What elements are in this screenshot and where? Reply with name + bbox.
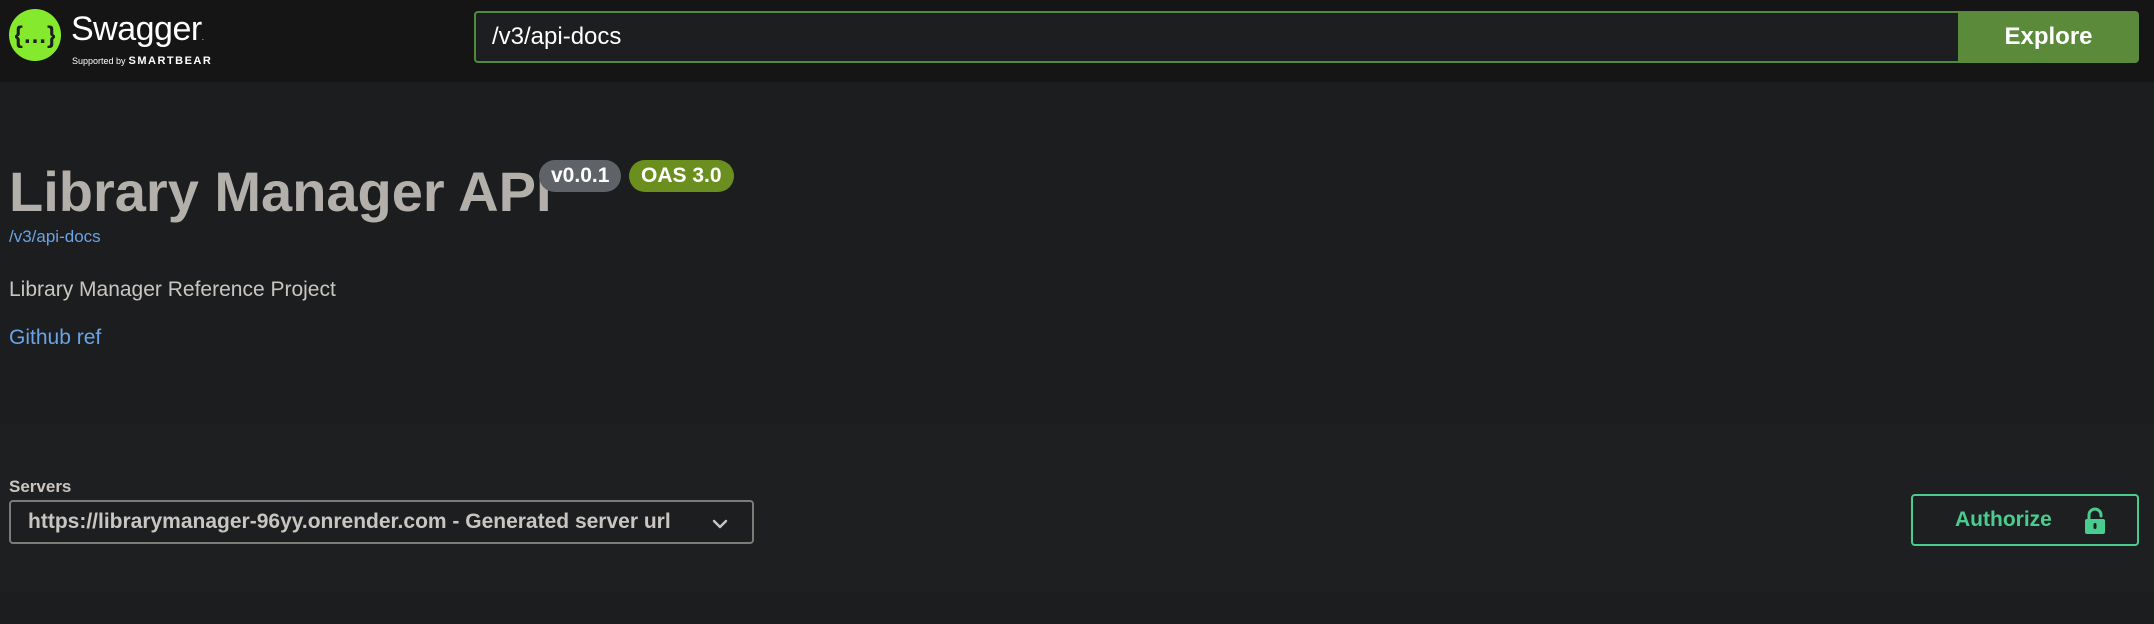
logo-supported-by: Supported by SMARTBEAR <box>72 55 213 67</box>
chevron-down-icon <box>712 519 728 529</box>
version-badge: v0.0.1 <box>539 160 622 192</box>
spec-url-input[interactable] <box>474 11 1960 63</box>
swagger-logo-icon[interactable]: {…} <box>9 9 61 61</box>
api-description: Library Manager Reference Project <box>9 278 336 301</box>
api-info: Library Manager API v0.0.1 OAS 3.0 /v3/a… <box>0 82 2154 424</box>
logo-brand-text: SMARTBEAR <box>128 55 213 67</box>
scheme-container: Servers https://librarymanager-96yy.onre… <box>0 424 2154 592</box>
explore-button[interactable]: Explore <box>1958 11 2139 63</box>
logo-supported-text: Supported by <box>72 56 126 66</box>
svg-text:{…}: {…} <box>15 22 55 49</box>
topbar: {…} Swagger. Supported bySMARTBEAR Explo… <box>0 0 2154 82</box>
server-select-value: https://librarymanager-96yy.onrender.com… <box>28 510 671 533</box>
oas-version-badge: OAS 3.0 <box>629 160 734 192</box>
logo-wordmark-text: Swagger <box>71 10 202 48</box>
servers-label: Servers <box>9 477 72 496</box>
spec-url-link[interactable]: /v3/api-docs <box>9 227 101 247</box>
server-select[interactable]: https://librarymanager-96yy.onrender.com… <box>9 500 754 544</box>
logo-trademark: . <box>201 33 204 42</box>
logo-wordmark: Swagger. <box>71 10 204 55</box>
authorize-button[interactable]: Authorize <box>1911 494 2139 546</box>
github-ref-link[interactable]: Github ref <box>9 326 101 350</box>
api-title: Library Manager API <box>9 160 552 223</box>
authorize-label: Authorize <box>1955 508 2052 531</box>
unlocked-padlock-icon <box>2085 507 2105 534</box>
